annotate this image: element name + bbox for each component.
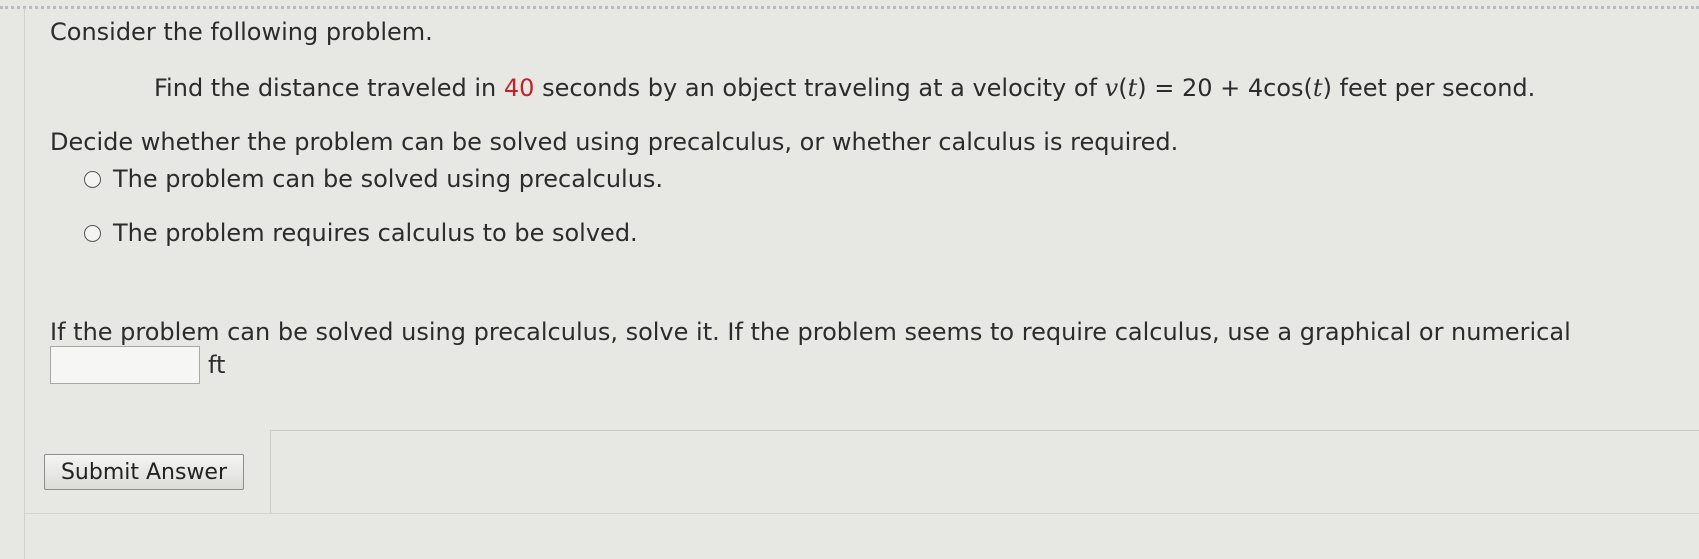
option-calculus[interactable]: The problem requires calculus to be solv… <box>84 219 638 247</box>
radio-button-precalculus[interactable] <box>84 170 101 188</box>
top-dotted-border <box>0 6 1699 9</box>
option-label-calculus: The problem requires calculus to be solv… <box>113 219 638 247</box>
left-divider <box>24 8 25 559</box>
velocity-var-t: t <box>1127 74 1138 102</box>
unit-label: ft <box>208 351 226 379</box>
solve-instruction: If the problem can be solved using preca… <box>50 318 1571 346</box>
decide-prompt: Decide whether the problem can be solved… <box>50 128 1179 156</box>
seconds-value: 40 <box>503 74 535 102</box>
feedback-area <box>270 430 1699 514</box>
statement-text-1: Find the distance traveled in <box>154 74 504 102</box>
answer-row: ft <box>50 346 225 384</box>
cos-var-t: t <box>1312 74 1323 102</box>
bottom-divider <box>24 513 1699 514</box>
statement-paren-open: ( <box>1118 74 1128 102</box>
option-label-precalculus: The problem can be solved using precalcu… <box>113 165 664 193</box>
problem-statement: Find the distance traveled in 40 seconds… <box>154 74 1535 102</box>
submit-answer-button[interactable]: Submit Answer <box>44 454 244 490</box>
statement-text-2: seconds by an object traveling at a velo… <box>534 74 1105 102</box>
answer-input[interactable] <box>50 346 200 384</box>
statement-text-4: ) feet per second. <box>1322 74 1536 102</box>
option-precalculus[interactable]: The problem can be solved using precalcu… <box>84 165 663 193</box>
radio-button-calculus[interactable] <box>84 224 101 242</box>
question-heading: Consider the following problem. <box>50 18 433 46</box>
statement-text-3: = 20 + 4cos( <box>1146 74 1313 102</box>
velocity-var-v: v <box>1104 74 1119 102</box>
statement-paren-close: ) <box>1137 74 1147 102</box>
